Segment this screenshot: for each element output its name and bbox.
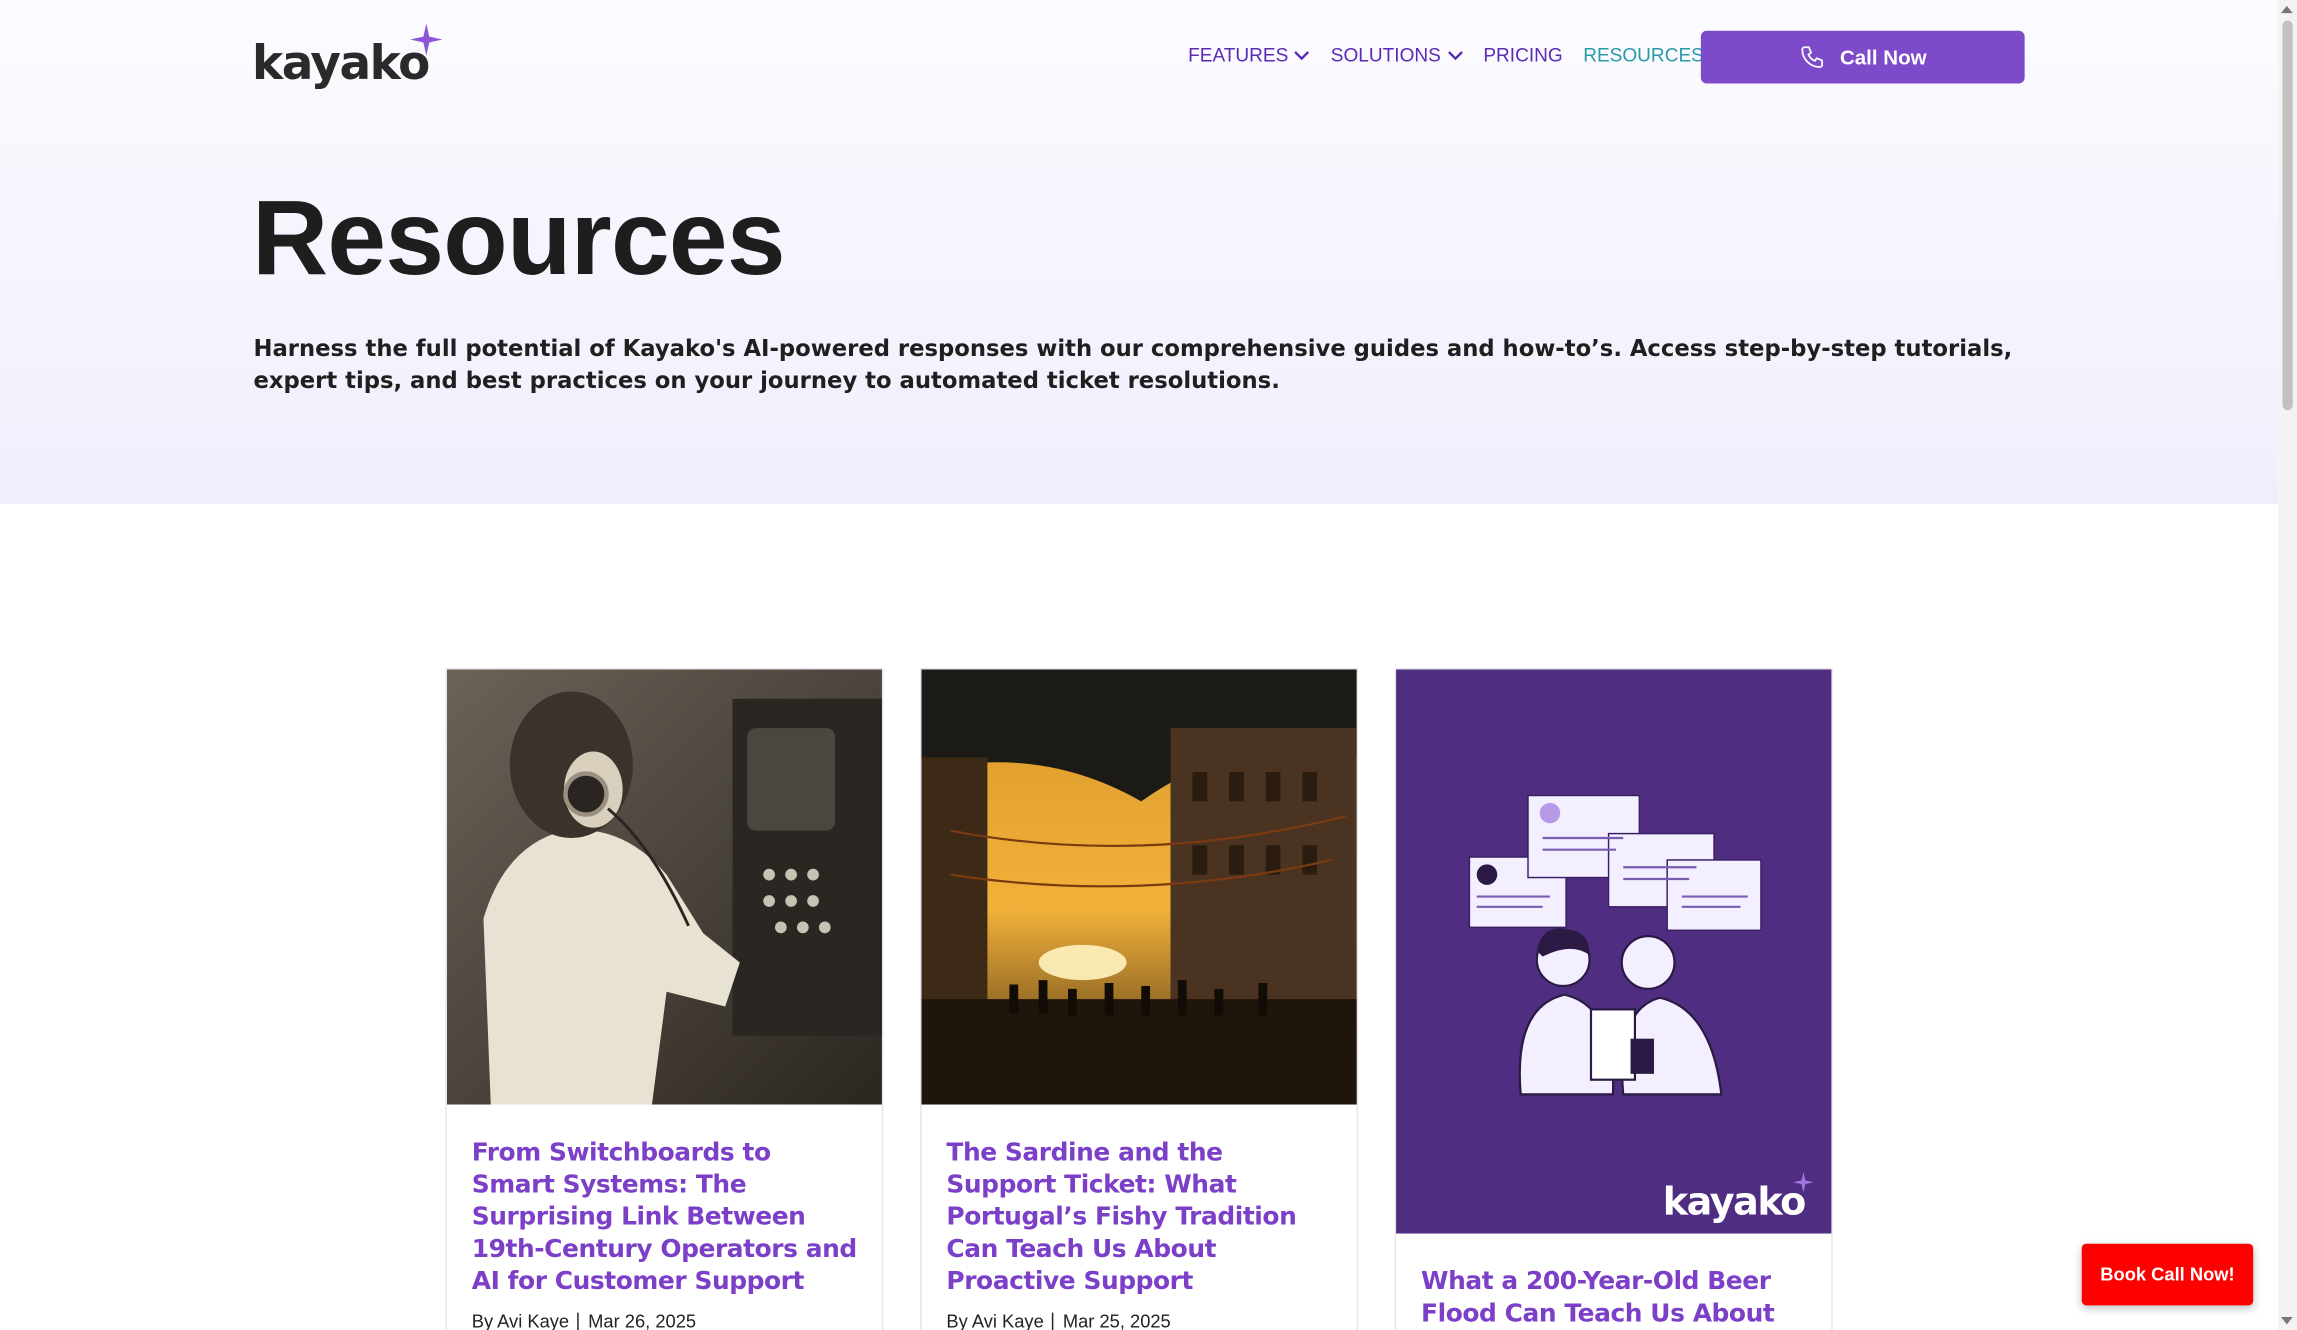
nav-resources-label: RESOURCES [1583,44,1704,66]
nav-solutions-label: SOLUTIONS [1331,44,1441,66]
nav-pricing-label: PRICING [1483,44,1562,66]
article-card[interactable]: kayako What a 200-Year-Old Beer Flood Ca… [1395,668,1833,1330]
page-scrollbar[interactable] [2278,0,2297,1330]
chevron-down-icon [1447,49,1463,61]
card-image-reviews-illustration[interactable]: kayako [1396,670,1831,1234]
card-image-lisbon-festival[interactable] [921,670,1356,1105]
meta-divider [578,1313,579,1330]
main-nav: FEATURES SOLUTIONS PRICING RESOURCES [1188,44,1726,66]
card-title[interactable]: The Sardine and the Support Ticket: What… [946,1137,1331,1298]
book-call-button[interactable]: Book Call Now! [2082,1244,2253,1306]
call-now-button[interactable]: Call Now [1701,31,2025,84]
card-meta: By Avi Kaye Mar 25, 2025 [946,1311,1331,1330]
scroll-thumb[interactable] [2282,21,2292,411]
sparkle-icon [1793,1172,1814,1193]
sparkle-icon [410,23,442,55]
nav-features-label: FEATURES [1188,44,1288,66]
chevron-down-icon [1294,49,1310,61]
phone-icon [1799,44,1825,70]
scroll-down-arrow-icon[interactable] [2281,1317,2293,1324]
hero-section: kayako FEATURES SOLUTIONS PRICING RESOUR… [0,0,2278,504]
page-title: Resources [252,179,785,299]
card-author: By Avi Kaye [946,1311,1043,1330]
card-image-logo: kayako [1663,1181,1805,1225]
card-image-switchboard-operator[interactable] [447,670,882,1105]
hero-description: Harness the full potential of Kayako's A… [253,333,2040,397]
call-now-label: Call Now [1840,45,1927,68]
card-date: Mar 25, 2025 [1063,1311,1171,1330]
nav-item-pricing[interactable]: PRICING [1483,44,1562,66]
article-card[interactable]: From Switchboards to Smart Systems: The … [445,668,883,1330]
nav-item-features[interactable]: FEATURES [1188,44,1310,66]
card-title[interactable]: From Switchboards to Smart Systems: The … [472,1137,857,1298]
card-author: By Avi Kaye [472,1311,569,1330]
card-title[interactable]: What a 200-Year-Old Beer Flood Can Teach… [1421,1266,1806,1330]
meta-divider [1053,1313,1054,1330]
article-card[interactable]: The Sardine and the Support Ticket: What… [920,668,1358,1330]
logo-text: kayako [252,35,429,91]
card-meta: By Avi Kaye Mar 26, 2025 [472,1311,857,1330]
page: kayako FEATURES SOLUTIONS PRICING RESOUR… [0,0,2297,1330]
card-date: Mar 26, 2025 [588,1311,696,1330]
nav-item-solutions[interactable]: SOLUTIONS [1331,44,1463,66]
scroll-up-arrow-icon[interactable] [2281,6,2293,13]
